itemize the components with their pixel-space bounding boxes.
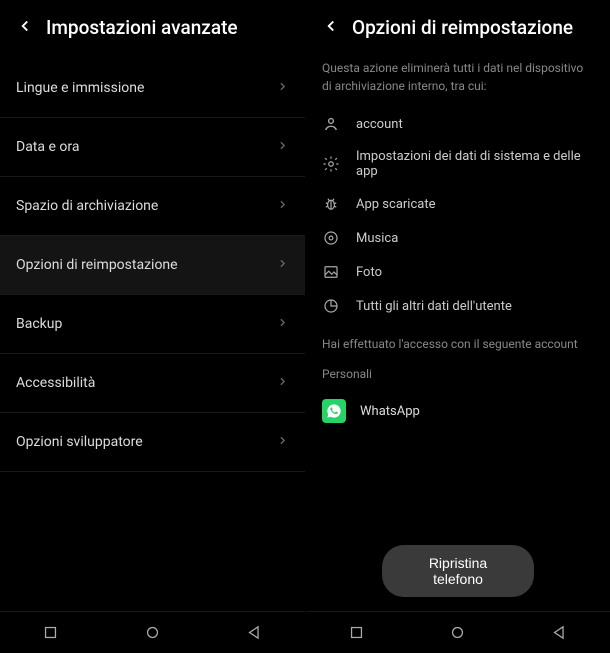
right-header: Opzioni di reimpostazione bbox=[306, 0, 610, 59]
data-item-label: App scaricate bbox=[356, 197, 435, 212]
menu-item-accessibility[interactable]: Accessibilità bbox=[0, 354, 305, 413]
back-icon[interactable] bbox=[322, 17, 340, 38]
menu-item-label: Opzioni di reimpostazione bbox=[16, 257, 178, 273]
person-icon bbox=[322, 115, 340, 133]
menu-item-developer[interactable]: Opzioni sviluppatore bbox=[0, 413, 305, 472]
back-icon[interactable] bbox=[16, 17, 34, 38]
menu-item-storage[interactable]: Spazio di archiviazione bbox=[0, 177, 305, 236]
right-navbar bbox=[306, 611, 610, 653]
section-personal: Personali bbox=[306, 359, 610, 389]
data-item-settings: Impostazioni dei dati di sistema e delle… bbox=[306, 141, 610, 187]
chevron-right-icon bbox=[276, 374, 289, 392]
chevron-right-icon bbox=[276, 138, 289, 156]
nav-home[interactable] bbox=[102, 612, 203, 653]
menu-item-label: Opzioni sviluppatore bbox=[16, 434, 143, 450]
chevron-right-icon bbox=[276, 79, 289, 97]
data-item-apps: App scaricate bbox=[306, 187, 610, 221]
data-item-label: Musica bbox=[356, 231, 398, 246]
menu-item-datetime[interactable]: Data e ora bbox=[0, 118, 305, 177]
data-item-label: account bbox=[356, 117, 403, 132]
left-list: Lingue e immissione Data e ora Spazio di… bbox=[0, 59, 305, 653]
nav-back[interactable] bbox=[509, 612, 609, 653]
reset-phone-button[interactable]: Ripristina telefono bbox=[382, 545, 534, 597]
data-item-label: Tutti gli altri dati dell'utente bbox=[356, 299, 512, 314]
account-notice: Hai effettuato l'accesso con il seguente… bbox=[306, 323, 610, 359]
nav-recent[interactable] bbox=[1, 612, 102, 653]
menu-item-label: Spazio di archiviazione bbox=[16, 198, 158, 214]
menu-item-label: Data e ora bbox=[16, 139, 79, 155]
chevron-right-icon bbox=[276, 433, 289, 451]
menu-item-label: Lingue e immissione bbox=[16, 80, 144, 96]
account-row-whatsapp: WhatsApp bbox=[306, 389, 610, 433]
data-item-label: Impostazioni dei dati di sistema e delle… bbox=[356, 149, 594, 179]
data-item-other: Tutti gli altri dati dell'utente bbox=[306, 289, 610, 323]
photo-icon bbox=[322, 263, 340, 281]
menu-item-languages[interactable]: Lingue e immissione bbox=[0, 59, 305, 118]
left-navbar bbox=[0, 611, 305, 653]
right-title: Opzioni di reimpostazione bbox=[352, 16, 573, 39]
chevron-right-icon bbox=[276, 315, 289, 333]
chevron-right-icon bbox=[276, 197, 289, 215]
menu-item-backup[interactable]: Backup bbox=[0, 295, 305, 354]
left-title: Impostazioni avanzate bbox=[46, 16, 238, 39]
nav-recent[interactable] bbox=[307, 612, 407, 653]
account-label: WhatsApp bbox=[360, 404, 420, 419]
data-item-label: Foto bbox=[356, 265, 382, 280]
menu-item-label: Backup bbox=[16, 316, 62, 332]
chevron-right-icon bbox=[276, 256, 289, 274]
menu-item-label: Accessibilità bbox=[16, 375, 95, 391]
data-item-account: account bbox=[306, 107, 610, 141]
gear-icon bbox=[322, 155, 340, 173]
right-panel: Opzioni di reimpostazione Questa azione … bbox=[305, 0, 610, 653]
music-icon bbox=[322, 229, 340, 247]
reset-description: Questa azione eliminerà tutti i dati nel… bbox=[306, 59, 610, 107]
nav-back[interactable] bbox=[204, 612, 305, 653]
left-header: Impostazioni avanzate bbox=[0, 0, 305, 59]
left-panel: Impostazioni avanzate Lingue e immission… bbox=[0, 0, 305, 653]
nav-home[interactable] bbox=[408, 612, 508, 653]
menu-item-reset-options[interactable]: Opzioni di reimpostazione bbox=[0, 236, 305, 295]
bug-icon bbox=[322, 195, 340, 213]
data-item-photos: Foto bbox=[306, 255, 610, 289]
whatsapp-icon bbox=[322, 399, 346, 423]
data-item-music: Musica bbox=[306, 221, 610, 255]
pie-icon bbox=[322, 297, 340, 315]
